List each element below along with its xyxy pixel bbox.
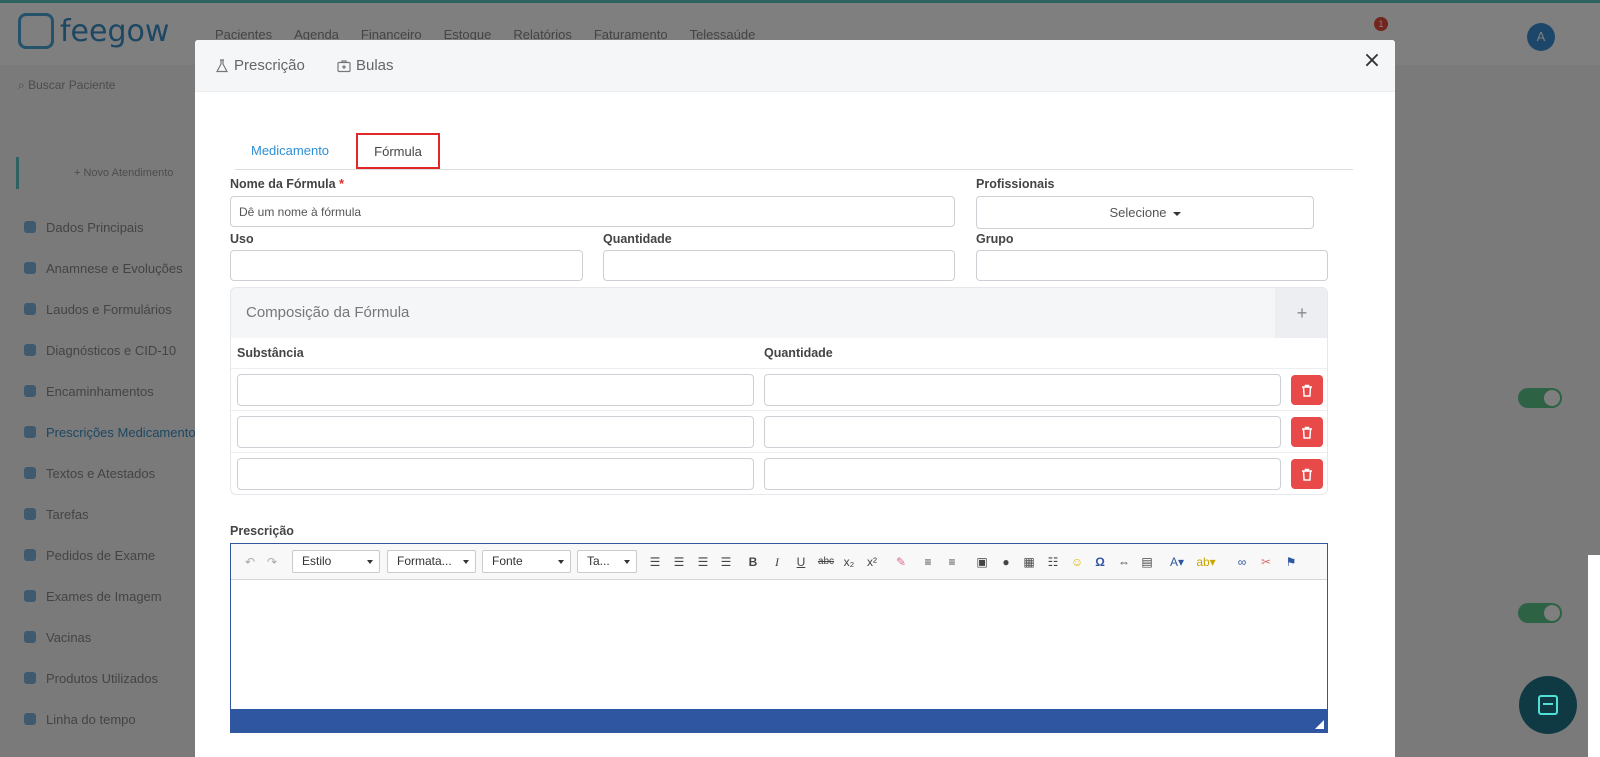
combo-label: Formata... — [397, 554, 452, 568]
select-value: Selecione — [1109, 205, 1167, 220]
add-substance-button[interactable]: + — [1275, 288, 1327, 338]
undo-icon[interactable]: ↶ — [243, 553, 257, 571]
italic-button[interactable]: I — [770, 553, 784, 571]
tab-formula[interactable]: Fórmula — [356, 133, 440, 169]
label-text: Nome da Fórmula — [230, 177, 336, 191]
substancia-input[interactable] — [237, 416, 754, 448]
align-right-icon[interactable]: ☰ — [695, 553, 711, 571]
resize-handle-icon[interactable] — [1315, 720, 1324, 729]
underline-button[interactable]: U — [794, 553, 808, 571]
editor-content[interactable] — [231, 581, 1327, 709]
tab-label: Prescrição — [234, 57, 305, 74]
link-icon[interactable]: ∞ — [1234, 553, 1250, 571]
strikethrough-button[interactable]: abc — [815, 553, 837, 571]
trash-icon — [1302, 384, 1312, 397]
tab-label: Bulas — [356, 57, 394, 74]
profissionais-select[interactable]: Selecione — [976, 196, 1314, 229]
input-placeholder: Dê um nome à fórmula — [239, 205, 362, 219]
quantidade-input[interactable] — [603, 250, 955, 281]
chevron-down-icon — [558, 560, 564, 564]
nome-formula-input[interactable]: Dê um nome à fórmula — [230, 196, 955, 227]
combo-label: Estilo — [302, 554, 332, 568]
superscript-button[interactable]: x² — [864, 553, 880, 571]
special-char-icon[interactable]: Ω — [1092, 553, 1108, 571]
delete-row-button[interactable] — [1291, 375, 1323, 405]
delete-row-button[interactable] — [1291, 417, 1323, 447]
bold-button[interactable]: B — [746, 553, 760, 571]
uso-input[interactable] — [230, 250, 583, 281]
template-icon[interactable]: ▤ — [1139, 553, 1155, 571]
align-justify-icon[interactable]: ☰ — [718, 553, 734, 571]
grupo-label: Grupo — [976, 232, 1014, 246]
quantidade-row-input[interactable] — [764, 416, 1281, 448]
prescricao-editor: ↶ ↷ Estilo Formata... Fonte Ta... ☰ ☰ ☰ … — [230, 543, 1328, 733]
quantidade-row-input[interactable] — [764, 458, 1281, 490]
panel-header: Composição da Fórmula + — [231, 288, 1327, 338]
col-substancia: Substância — [237, 346, 304, 360]
nome-formula-label: Nome da Fórmula * — [230, 177, 344, 191]
chevron-down-icon — [624, 560, 630, 564]
table-icon[interactable]: ▦ — [1021, 553, 1037, 571]
eraser-icon[interactable]: ✎ — [893, 553, 909, 571]
chat-icon — [1538, 695, 1558, 715]
font-dropdown[interactable]: Fonte — [482, 550, 571, 573]
style-dropdown[interactable]: Estilo — [292, 550, 380, 573]
redo-icon[interactable]: ↷ — [265, 553, 279, 571]
combo-label: Ta... — [587, 554, 610, 568]
numbered-list-icon[interactable]: ≡ — [920, 553, 936, 571]
formula-tabs: Medicamento Fórmula — [235, 132, 1353, 170]
substancia-input[interactable] — [237, 374, 754, 406]
uso-label: Uso — [230, 232, 254, 246]
substancia-input[interactable] — [237, 458, 754, 490]
quantidade-row-input[interactable] — [764, 374, 1281, 406]
subscript-button[interactable]: x₂ — [841, 553, 857, 571]
smiley-icon[interactable]: ☺ — [1069, 553, 1085, 571]
combo-label: Fonte — [492, 554, 523, 568]
trash-icon — [1302, 426, 1312, 439]
text-color-icon[interactable]: A▾ — [1166, 553, 1188, 571]
medkit-icon — [337, 59, 351, 72]
close-button[interactable]: × — [1362, 50, 1382, 72]
panel-title: Composição da Fórmula — [246, 304, 410, 321]
tab-prescricao[interactable]: Prescrição — [215, 57, 305, 74]
chat-button[interactable] — [1519, 676, 1577, 734]
prescription-modal: Prescrição Bulas × Medicamento Fórmula N… — [195, 40, 1395, 757]
unlink-icon[interactable]: ✂ — [1258, 553, 1274, 571]
flask-icon — [216, 58, 228, 72]
profissionais-label: Profissionais — [976, 177, 1055, 191]
align-center-icon[interactable]: ☰ — [671, 553, 687, 571]
align-left-icon[interactable]: ☰ — [647, 553, 663, 571]
tab-medicamento[interactable]: Medicamento — [235, 132, 345, 170]
delete-row-button[interactable] — [1291, 459, 1323, 489]
bullet-list-icon[interactable]: ≡ — [944, 553, 960, 571]
tab-bulas[interactable]: Bulas — [337, 57, 394, 74]
divider — [231, 452, 1327, 453]
editor-footer — [231, 709, 1327, 732]
trash-icon — [1302, 468, 1312, 481]
spellcheck-icon[interactable]: ☷ — [1045, 553, 1061, 571]
flag-icon[interactable]: ⚑ — [1283, 553, 1299, 571]
size-dropdown[interactable]: Ta... — [577, 550, 637, 573]
format-dropdown[interactable]: Formata... — [387, 550, 476, 573]
prescricao-label: Prescrição — [230, 524, 294, 538]
image-icon[interactable]: ▣ — [974, 553, 990, 571]
page-break-icon[interactable]: ⇔ — [1116, 553, 1132, 571]
quantidade-label: Quantidade — [603, 232, 672, 246]
composicao-panel: Composição da Fórmula + Substância Quant… — [230, 287, 1328, 495]
highlight-color-icon[interactable]: ab▾ — [1195, 553, 1217, 571]
grupo-input[interactable] — [976, 250, 1328, 281]
modal-header: Prescrição Bulas × — [195, 40, 1395, 92]
page-scrollbar[interactable] — [1588, 555, 1600, 757]
divider — [231, 410, 1327, 411]
chevron-down-icon — [463, 560, 469, 564]
chevron-down-icon — [1172, 211, 1181, 216]
col-quantidade: Quantidade — [764, 346, 833, 360]
required-mark: * — [339, 177, 344, 191]
editor-toolbar: ↶ ↷ Estilo Formata... Fonte Ta... ☰ ☰ ☰ … — [231, 544, 1327, 580]
flash-icon[interactable]: ● — [998, 553, 1014, 571]
chevron-down-icon — [367, 560, 373, 564]
divider — [231, 368, 1327, 369]
